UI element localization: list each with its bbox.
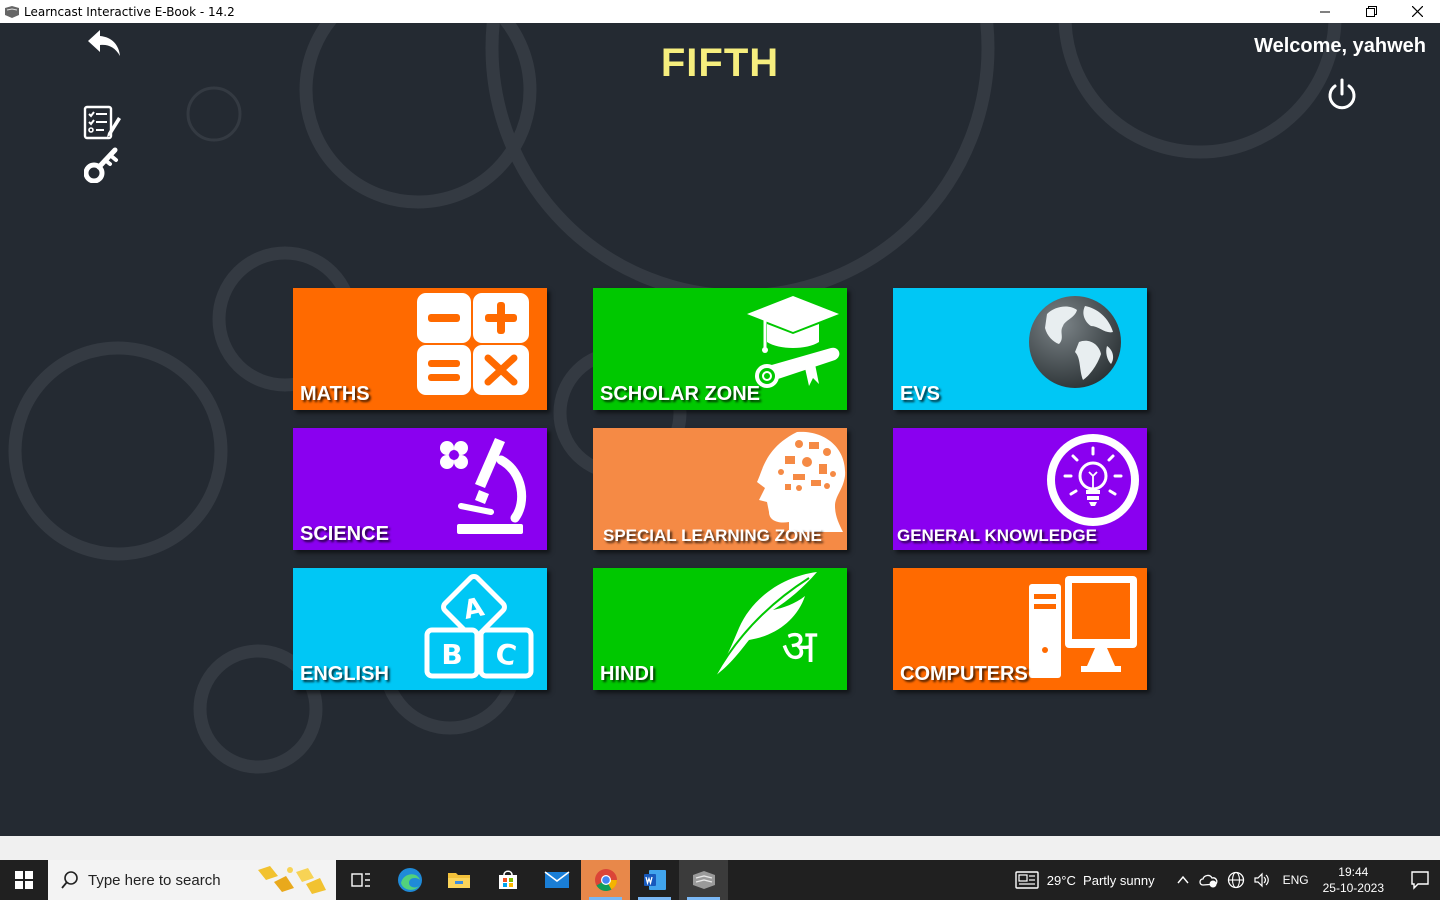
search-icon [61,871,78,889]
restore-button[interactable] [1348,0,1394,23]
folder-icon [447,873,470,888]
globe-icon [1029,296,1121,388]
tile-computers[interactable]: COMPUTERS [893,568,1147,690]
tile-scholar-zone[interactable]: SCHOLAR ZONE [593,288,847,410]
volume-icon[interactable] [1253,872,1271,888]
edge-icon [397,868,422,892]
brain-head-icon [757,431,846,532]
main-area: FIFTH Welcome, yahweh MATHS SCHOLAR ZONE… [0,23,1440,836]
onedrive-cloud-icon[interactable] [1198,872,1219,888]
chrome-icon [594,869,617,891]
window-title-bar: Learncast Interactive E-Book - 14.2 [0,0,1440,23]
close-button[interactable] [1394,0,1440,23]
key-icon[interactable] [84,145,120,183]
tile-evs[interactable]: EVS [893,288,1147,410]
tile-label: EVS [900,383,941,405]
graduation-cap-icon [747,296,840,388]
power-icon[interactable] [1324,77,1360,113]
taskbar-chrome[interactable] [581,860,630,900]
back-arrow-icon[interactable] [86,26,124,60]
mail-icon [544,871,569,888]
tile-label: SCHOLAR ZONE [600,383,760,405]
bottom-strip [0,836,1440,860]
tile-science[interactable]: SCIENCE [293,428,547,550]
abc-blocks-icon: A B C [424,574,534,679]
page-title: FIFTH [660,41,780,85]
task-view-icon [350,873,370,887]
taskbar-search-box[interactable]: Type here to search [48,860,336,900]
search-placeholder: Type here to search [88,871,221,889]
taskbar-file-explorer[interactable] [434,860,483,900]
notification-icon [1411,871,1429,890]
welcome-text: Welcome, yahweh [1254,35,1426,57]
tile-special-learning-zone[interactable]: SPECIAL LEARNING ZONE [593,428,847,550]
window-title: Learncast Interactive E-Book - 14.2 [24,4,235,19]
notification-center-button[interactable] [1400,860,1440,900]
weather-text: 29°C Partly sunny [1046,872,1155,888]
clock-date: 25-10-2023 [1322,881,1384,895]
minimize-button[interactable] [1302,0,1348,23]
word-icon [643,870,666,890]
letter-b: B [441,638,462,671]
tile-label: MATHS [300,383,370,405]
restore-icon [1365,6,1377,17]
language-indicator[interactable]: ENG [1283,873,1309,887]
tile-label: COMPUTERS [900,663,1028,685]
microscope-icon [440,438,527,534]
quill-icon: अ [714,572,817,677]
start-button[interactable] [0,860,48,900]
clock[interactable]: 19:44 25-10-2023 [1323,864,1384,896]
tile-label: GENERAL KNOWLEDGE [897,526,1097,545]
taskbar: Type here to search 29°C Partly sunny EN… [0,860,1440,900]
tile-english[interactable]: A B C ENGLISH [293,568,547,690]
search-highlight-icon [258,866,326,894]
network-globe-icon[interactable] [1227,871,1245,889]
tile-label: HINDI [600,663,655,685]
tile-label: SPECIAL LEARNING ZONE [603,526,822,545]
taskbar-word[interactable] [630,860,679,900]
taskbar-mail[interactable] [532,860,581,900]
minimize-icon [1320,11,1330,12]
windows-logo-icon [15,871,33,889]
app-icon [5,5,19,18]
tile-hindi[interactable]: अ HINDI [593,568,847,690]
learncast-app-icon [692,871,715,889]
clock-time: 19:44 [1338,865,1369,879]
tile-label: SCIENCE [300,523,389,545]
chevron-up-icon[interactable] [1175,872,1191,888]
tile-maths[interactable]: MATHS [293,288,547,410]
taskbar-edge[interactable] [385,860,434,900]
task-view-button[interactable] [336,860,385,900]
checklist-icon[interactable] [82,105,122,141]
close-icon [1411,6,1423,17]
calculator-icon [417,293,529,395]
hindi-letter: अ [781,619,817,673]
tile-general-knowledge[interactable]: GENERAL KNOWLEDGE [893,428,1147,550]
weather-widget[interactable]: 29°C Partly sunny [1015,871,1155,889]
computer-icon [1029,576,1137,678]
lightbulb-icon [1047,434,1139,526]
tile-label: ENGLISH [300,663,389,685]
news-weather-icon [1015,871,1039,889]
system-tray: 29°C Partly sunny ENG 19:44 25-10-2023 [1015,860,1440,900]
store-icon [498,870,517,889]
taskbar-learncast[interactable] [679,860,728,900]
taskbar-store[interactable] [483,860,532,900]
